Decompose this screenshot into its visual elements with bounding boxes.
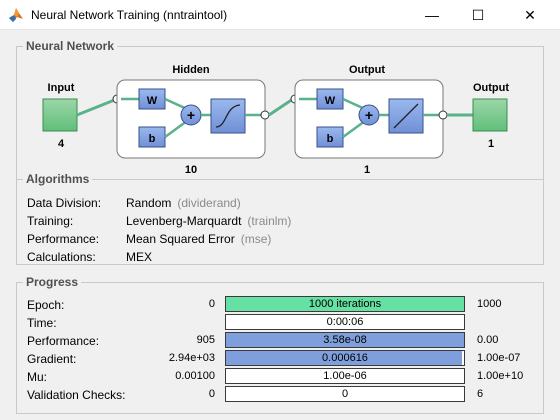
progress-panel: Progress Epoch: 0 1000 iterations 1000 T…: [16, 275, 544, 414]
progress-end-value: 1000: [477, 298, 502, 310]
gradient-progress-bar: 0.000616: [225, 350, 465, 366]
maximize-button[interactable]: ☐: [455, 0, 501, 30]
progress-label: Time:: [27, 316, 57, 330]
network-diagram: Input 4 Hidden W b + 10 Output W b + 1 O…: [42, 64, 509, 176]
hidden-bias-symbol: b: [149, 133, 156, 145]
progress-bar-text: 3.58e-08: [323, 334, 367, 346]
algorithm-key: Training:: [27, 214, 74, 228]
minimize-button[interactable]: —: [409, 0, 455, 30]
progress-label: Mu:: [27, 370, 48, 384]
algorithm-value: MEX: [126, 250, 153, 264]
progress-bar-text: 1000 iterations: [308, 298, 382, 310]
algorithm-key: Calculations:: [27, 250, 96, 264]
matlab-icon: [9, 8, 23, 22]
algorithm-function-name: (dividerand): [177, 196, 241, 210]
maximize-icon: ☐: [471, 6, 485, 23]
progress-end-value: 0.00: [477, 334, 499, 346]
close-button[interactable]: ✕: [500, 0, 560, 30]
output-size: 1: [488, 138, 494, 150]
epoch-progress-bar: 1000 iterations: [225, 296, 465, 312]
progress-end-value: 1.00e-07: [477, 352, 521, 364]
input-block: [42, 98, 78, 132]
time-progress-bar: 0:00:06: [225, 314, 465, 330]
title-bar: Neural Network Training (nntraintool) — …: [0, 0, 560, 30]
output-bias-symbol: b: [327, 133, 334, 145]
progress-bar-text: 0:00:06: [326, 316, 364, 328]
layer-connector: [268, 97, 294, 117]
close-icon: ✕: [524, 6, 536, 23]
hidden-sum-symbol: +: [187, 107, 195, 123]
hidden-output-junction: [260, 110, 270, 120]
output-layer-label: Output: [349, 64, 385, 76]
progress-start-value: 0: [208, 388, 215, 400]
hidden-layer-size: 10: [185, 164, 197, 176]
neural-network-panel: Neural Network Input 4 Hidden W b + 10 O…: [16, 39, 544, 184]
progress-start-value: 905: [196, 334, 215, 346]
algorithm-function-name: (mse): [240, 232, 272, 246]
input-connector: [76, 97, 118, 117]
algorithm-value: Mean Squared Error (mse): [126, 232, 272, 246]
progress-start-value: 2.94e+03: [168, 352, 215, 364]
window-content: Neural Network Input 4 Hidden W b + 10 O…: [0, 30, 560, 420]
progress-end-value: 6: [477, 388, 484, 400]
output-weight-symbol: W: [325, 95, 336, 107]
hidden-layer-label: Hidden: [172, 64, 210, 76]
output-label: Output: [473, 82, 509, 94]
hidden-transfer-block: [210, 98, 246, 134]
output-layer-size: 1: [364, 164, 370, 176]
algorithm-key: Performance:: [27, 232, 100, 246]
window-title: Neural Network Training (nntraintool): [31, 8, 228, 22]
progress-bar-text: 0.000616: [322, 352, 368, 364]
performance-progress-bar: 3.58e-08: [225, 332, 465, 348]
progress-end-value: 1.00e+10: [477, 370, 524, 382]
input-label: Input: [48, 82, 75, 94]
progress-bar-text: 0: [341, 388, 349, 400]
output-sum-symbol: +: [365, 107, 373, 123]
algorithm-key: Data Division:: [27, 196, 102, 210]
progress-label: Gradient:: [27, 352, 77, 366]
mu-progress-bar: 1.00e-06: [225, 368, 465, 384]
input-size: 4: [58, 138, 65, 150]
progress-bar-text: 1.00e-06: [323, 370, 367, 382]
output-layer-junction: [438, 110, 448, 120]
hidden-weight-symbol: W: [147, 95, 158, 107]
algorithms-panel: Algorithms Data Division: Random (divider…: [16, 172, 544, 265]
progress-label: Performance:: [27, 334, 100, 348]
progress-label: Validation Checks:: [27, 388, 126, 402]
output-block: [472, 98, 508, 132]
minimize-icon: —: [425, 7, 439, 23]
progress-start-value: 0.00100: [175, 370, 215, 382]
algorithm-value: Levenberg-Marquardt (trainlm): [126, 214, 292, 228]
progress-section-label: Progress: [23, 275, 82, 289]
algorithm-value: Random (dividerand): [126, 196, 241, 210]
progress-start-value: 0: [208, 298, 215, 310]
algorithms-section-label: Algorithms: [23, 172, 93, 186]
algorithm-function-name: (trainlm): [247, 214, 292, 228]
progress-label: Epoch:: [27, 298, 65, 312]
validation-checks-progress-bar: 0: [225, 386, 465, 402]
